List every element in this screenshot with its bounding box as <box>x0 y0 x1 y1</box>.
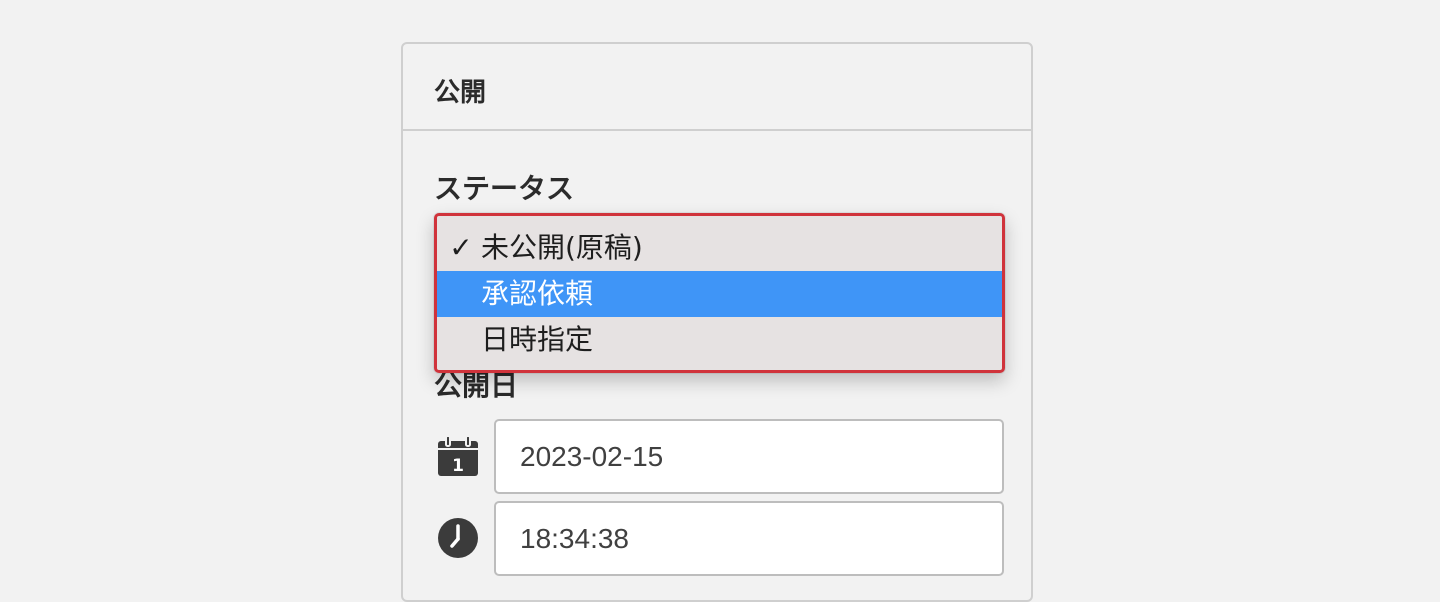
date-input[interactable]: 2023-02-15 <box>494 419 1004 494</box>
clock-icon <box>436 516 480 560</box>
status-option-scheduled[interactable]: 日時指定 <box>437 317 1002 363</box>
option-label: 日時指定 <box>481 323 594 356</box>
date-row: 1 2023-02-15 <box>434 419 1005 494</box>
checkmark-icon: ✓ <box>449 231 473 264</box>
panel-header: 公開 <box>403 44 1031 131</box>
time-input[interactable]: 18:34:38 <box>494 501 1004 576</box>
option-label: 未公開(原稿) <box>481 231 643 264</box>
status-option-approval-request[interactable]: 承認依頼 <box>437 271 1002 317</box>
option-label: 承認依頼 <box>481 277 594 310</box>
panel-title: 公開 <box>434 78 487 108</box>
svg-text:1: 1 <box>452 456 464 476</box>
publish-panel: 公開 ステータス ✓ 未公開(原稿) 承認依頼 日時指定 公開日 1 2023-… <box>401 42 1033 602</box>
status-dropdown-menu[interactable]: ✓ 未公開(原稿) 承認依頼 日時指定 <box>434 213 1005 373</box>
time-row: 18:34:38 <box>434 501 1005 576</box>
status-option-unpublished[interactable]: ✓ 未公開(原稿) <box>437 225 1002 271</box>
status-label: ステータス <box>434 172 575 205</box>
calendar-icon: 1 <box>436 434 480 478</box>
